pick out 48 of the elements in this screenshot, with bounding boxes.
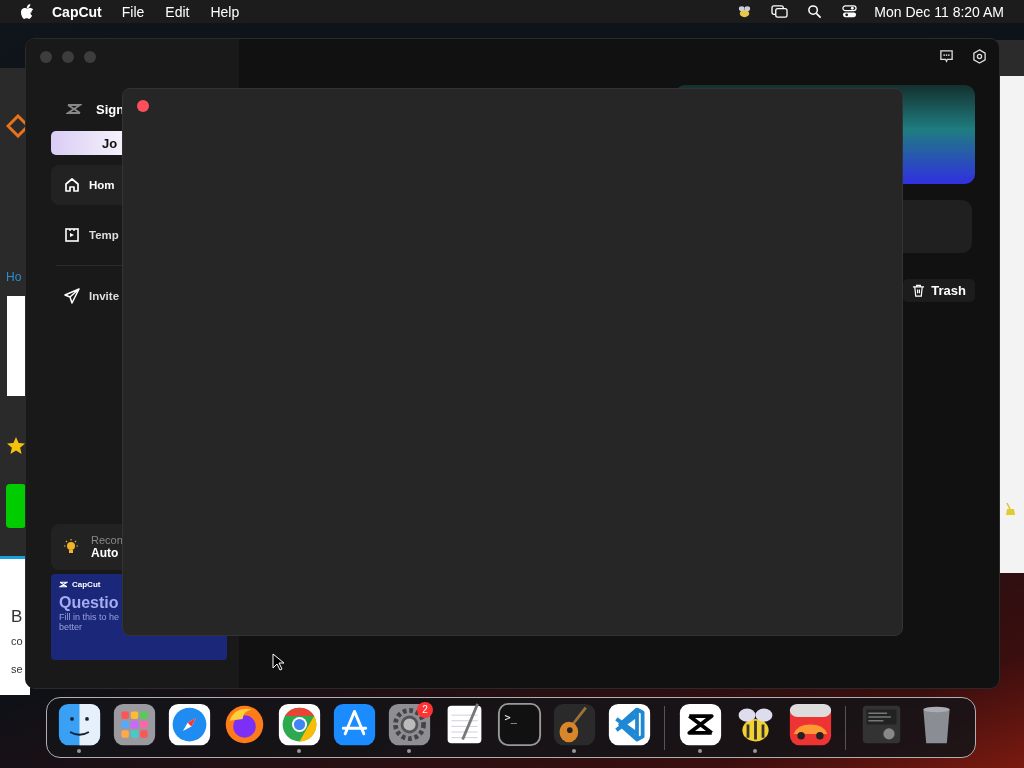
face-app-icon[interactable] — [56, 702, 102, 747]
menu-clock[interactable]: Mon Dec 11 8:20 AM — [874, 3, 1004, 20]
tip-value: Auto — [91, 546, 120, 560]
menu-item[interactable]: Help — [210, 3, 240, 20]
brand-name: CapCut — [72, 580, 101, 589]
guitar-app-icon[interactable] — [551, 702, 597, 747]
app-menu[interactable]: CapCut — [52, 3, 102, 20]
feedback-icon[interactable] — [939, 49, 954, 64]
letter-app-icon[interactable] — [331, 702, 377, 747]
nav-item[interactable]: Temp — [51, 215, 227, 255]
broom-icon — [1004, 502, 1016, 516]
control-center-icon[interactable] — [841, 4, 859, 19]
nav-item[interactable]: Invite — [51, 276, 227, 316]
logo-icon — [59, 581, 68, 588]
trash-button[interactable]: Trash — [903, 279, 975, 302]
compass-app-icon[interactable] — [166, 702, 212, 747]
ring-app-icon[interactable] — [276, 702, 322, 747]
close-button[interactable] — [137, 100, 149, 112]
page-link[interactable]: Ho — [6, 270, 22, 284]
home-icon — [64, 177, 80, 193]
terminal-app-icon[interactable]: >_ — [496, 702, 542, 747]
page-text: se — [11, 663, 23, 675]
page-text: B — [11, 607, 23, 627]
banner-title: Questio — [59, 594, 120, 612]
cursor-icon — [272, 653, 284, 671]
ribbon-app-icon[interactable] — [606, 702, 652, 747]
page-text: co — [11, 635, 23, 647]
trash-icon — [912, 284, 926, 297]
car-app-icon[interactable] — [787, 702, 833, 747]
paper-plane-icon — [64, 288, 80, 304]
search-icon[interactable] — [806, 4, 824, 19]
logo-icon — [66, 103, 82, 115]
page-button[interactable] — [6, 484, 26, 528]
menu-item[interactable]: File — [121, 3, 145, 20]
menu-item[interactable]: Edit — [165, 3, 190, 20]
bulb-icon — [63, 539, 79, 555]
film-frame-icon — [64, 227, 80, 243]
banner-text: better — [59, 622, 83, 632]
tip-label: Recon — [91, 534, 123, 546]
star-icon — [6, 436, 26, 456]
grid-app-icon[interactable] — [111, 702, 157, 747]
settings-icon[interactable] — [972, 49, 987, 64]
banner-text: Fill in this to he — [59, 612, 121, 622]
apple-icon[interactable] — [20, 3, 34, 20]
windows-icon[interactable] — [771, 4, 789, 19]
scissor-app-icon[interactable] — [677, 702, 723, 747]
gear-app-icon[interactable] — [386, 702, 432, 747]
notification-badge: 2 — [417, 701, 433, 718]
